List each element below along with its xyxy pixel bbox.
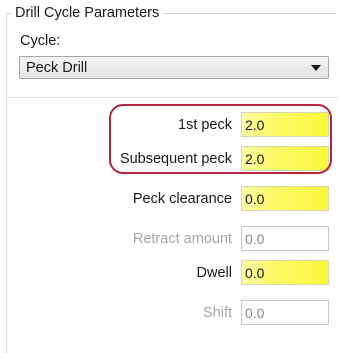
- cycle-dropdown[interactable]: Peck Drill: [19, 56, 329, 79]
- dwell-input[interactable]: [241, 260, 329, 285]
- cycle-selected-value: Peck Drill: [26, 60, 88, 76]
- row-shift: Shift: [0, 300, 338, 326]
- row-first-peck: 1st peck: [0, 112, 338, 138]
- subsequent-peck-input[interactable]: [241, 146, 329, 171]
- group-title: Drill Cycle Parameters: [11, 4, 164, 22]
- row-subsequent-peck: Subsequent peck: [0, 146, 338, 172]
- row-peck-clearance: Peck clearance: [0, 186, 338, 212]
- peck-clearance-label: Peck clearance: [132, 191, 232, 207]
- cycle-label: Cycle:: [20, 33, 61, 49]
- first-peck-input[interactable]: [241, 112, 329, 137]
- shift-label: Shift: [202, 305, 232, 321]
- first-peck-label: 1st peck: [178, 117, 232, 133]
- retract-amount-label: Retract amount: [132, 231, 232, 247]
- shift-input: [241, 300, 329, 325]
- dwell-label: Dwell: [196, 265, 232, 281]
- section-divider: [6, 97, 338, 98]
- retract-amount-input: [241, 226, 329, 251]
- row-retract-amount: Retract amount: [0, 226, 338, 252]
- peck-clearance-input[interactable]: [241, 186, 329, 211]
- chevron-down-icon: [311, 65, 321, 71]
- row-dwell: Dwell: [0, 260, 338, 286]
- subsequent-peck-label: Subsequent peck: [119, 151, 232, 167]
